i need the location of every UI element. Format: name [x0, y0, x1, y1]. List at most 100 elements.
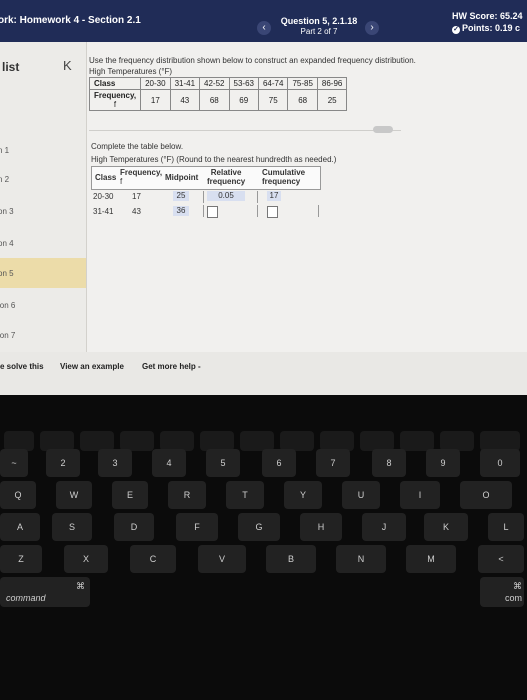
function-key — [4, 431, 34, 451]
bottom-toolbar: e solve this View an example Get more he… — [0, 352, 527, 395]
homework-title: ork: Homework 4 - Section 2.1 — [0, 15, 141, 26]
key-w: W — [56, 481, 92, 509]
points-display: ✓ Points: 0.19 c — [452, 23, 520, 34]
sidebar-item-label: ion 7 — [0, 331, 16, 340]
command-key-label: com — [504, 593, 522, 603]
sidebar-item-question-5[interactable]: on 5 — [0, 258, 86, 288]
table-cell: 43 — [169, 89, 201, 111]
table-row: Frequency, f 17 43 68 69 75 68 25 — [88, 89, 348, 111]
function-key — [40, 431, 74, 451]
key-5: 5 — [206, 449, 240, 477]
function-key — [120, 431, 154, 451]
frequency-column-header: Frequency, f — [120, 168, 162, 186]
sidebar-item-question-3[interactable]: on 3 — [0, 196, 86, 226]
header-bar: ork: Homework 4 - Section 2.1 ‹ Question… — [0, 0, 527, 42]
key-b: B — [266, 545, 316, 573]
frequency-header-sub: f — [113, 100, 117, 109]
table-cell: 75 — [257, 89, 289, 111]
function-key — [480, 431, 520, 451]
table-header-cell: Class — [88, 77, 142, 90]
frequency-header-label: Frequency, — [120, 168, 163, 177]
function-key — [360, 431, 394, 451]
command-symbol-icon: ⌘ — [76, 581, 85, 591]
function-key — [280, 431, 314, 451]
table-row: Class 20-30 31-41 42-52 53-63 64-74 75-8… — [88, 77, 348, 90]
column-divider — [203, 191, 204, 203]
sidebar-item-question-4[interactable]: on 4 — [0, 228, 86, 258]
question-part: Part 2 of 7 — [300, 27, 338, 36]
key-n: N — [336, 545, 386, 573]
key-4: 4 — [152, 449, 186, 477]
function-key — [160, 431, 194, 451]
key-tilde: ~ — [0, 449, 28, 477]
key-k: K — [424, 513, 468, 541]
function-key — [440, 431, 474, 451]
frequency-table-caption: High Temperatures (°F) — [89, 67, 173, 76]
table-cell: 31-41 — [169, 77, 201, 90]
frequency-cell: 17 — [132, 192, 141, 201]
help-me-solve-button[interactable]: e solve this — [0, 362, 44, 371]
function-key — [200, 431, 234, 451]
sidebar-item-label: on 4 — [0, 239, 14, 248]
sidebar-item-label: n 2 — [0, 175, 10, 184]
key-m: M — [406, 545, 456, 573]
next-question-button[interactable]: › — [365, 21, 379, 35]
key-command-left: ⌘ command — [0, 577, 90, 607]
key-0: 0 — [480, 449, 520, 477]
key-q: Q — [0, 481, 36, 509]
sidebar-item-question-6[interactable]: ion 6 — [0, 290, 86, 320]
table-cell: 17 — [140, 89, 171, 111]
function-key — [80, 431, 114, 451]
sidebar-item-question-2[interactable]: n 2 — [0, 164, 86, 194]
key-8: 8 — [372, 449, 406, 477]
key-r: R — [168, 481, 206, 509]
key-comma: < — [478, 545, 524, 573]
view-example-button[interactable]: View an example — [60, 362, 124, 371]
table-cell: 75-85 — [287, 77, 318, 90]
key-c: C — [130, 545, 176, 573]
key-i: I — [400, 481, 440, 509]
key-f: F — [176, 513, 218, 541]
relative-frequency-answer-input[interactable] — [207, 206, 218, 218]
relative-frequency-given-cell: 0.05 — [207, 191, 245, 201]
key-l: L — [488, 513, 524, 541]
key-e: E — [112, 481, 148, 509]
class-cell: 20-30 — [93, 192, 114, 201]
collapse-sidebar-icon[interactable]: K — [63, 58, 72, 73]
key-3: 3 — [98, 449, 132, 477]
cumulative-header-label: Cumulative — [262, 168, 306, 177]
question-list-sidebar: list K n 1 n 2 on 3 on 4 on 5 ion 6 ion … — [0, 42, 87, 352]
frequency-distribution-table: Class 20-30 31-41 42-52 53-63 64-74 75-8… — [88, 77, 348, 111]
key-y: Y — [284, 481, 322, 509]
column-divider — [257, 205, 258, 217]
sidebar-item-label: ion 6 — [0, 301, 16, 310]
key-9: 9 — [426, 449, 460, 477]
table-cell: 64-74 — [257, 77, 289, 90]
key-o: O — [460, 481, 512, 509]
relative-frequency-column-header: Relative frequency — [207, 168, 245, 186]
key-h: H — [300, 513, 342, 541]
check-circle-icon: ✓ — [452, 26, 460, 34]
sidebar-item-label: on 5 — [0, 269, 14, 278]
hw-score: HW Score: 65.24 — [452, 11, 523, 21]
key-z: Z — [0, 545, 42, 573]
table-cell: 42-52 — [199, 77, 230, 90]
sidebar-item-question-1[interactable]: n 1 — [0, 135, 86, 165]
expand-more-button[interactable] — [373, 126, 393, 133]
table-row: 20-30 17 25 0.05 17 — [91, 191, 319, 203]
command-key-label: command — [6, 593, 46, 603]
frequency-header-sub: f — [120, 177, 123, 186]
cumulative-header-sub: frequency — [262, 177, 301, 186]
sidebar-item-label: n 1 — [0, 146, 10, 155]
cumulative-frequency-answer-input[interactable] — [267, 206, 278, 218]
frequency-cell: 43 — [132, 207, 141, 216]
sidebar-item-question-7[interactable]: ion 7 — [0, 320, 86, 350]
table-cell: 86-96 — [316, 77, 348, 90]
get-more-help-button[interactable]: Get more help - — [142, 362, 201, 371]
midpoint-given-cell: 36 — [173, 206, 189, 216]
table-cell: 53-63 — [228, 77, 259, 90]
column-divider — [318, 205, 319, 217]
key-d: D — [114, 513, 154, 541]
browser-screen: ork: Homework 4 - Section 2.1 ‹ Question… — [0, 0, 527, 395]
key-t: T — [226, 481, 264, 509]
